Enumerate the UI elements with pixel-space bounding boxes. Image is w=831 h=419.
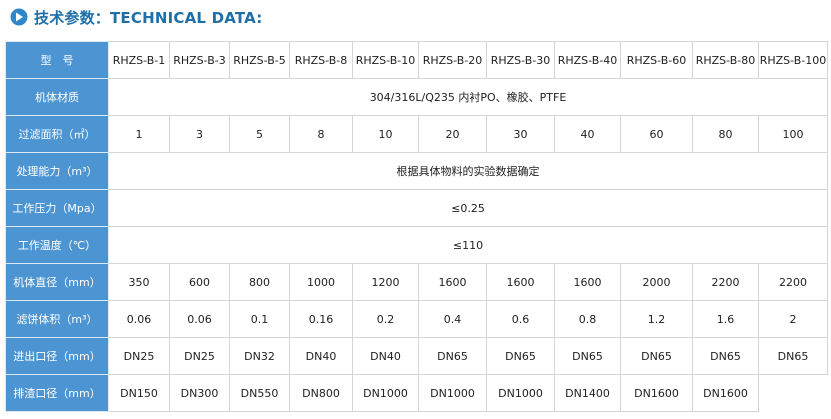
table-row: 工作温度（℃） ≤110 [5, 226, 828, 264]
row-label: 处理能力（m³） [5, 152, 109, 190]
table-cell: 0.06 [169, 300, 230, 338]
table-cell: 8 [289, 115, 353, 153]
table-cell: 0.16 [289, 300, 353, 338]
table-cell: DN1600 [692, 374, 759, 412]
table-cell: 350 [108, 263, 170, 301]
table-cell: 1600 [418, 263, 487, 301]
table-cell: 0.6 [486, 300, 555, 338]
table-cell: 600 [169, 263, 230, 301]
table-cell: RHZS-B-20 [418, 41, 487, 79]
table-cell: RHZS-B-1 [108, 41, 170, 79]
table-cell: 2000 [620, 263, 693, 301]
table-cell: 1 [108, 115, 170, 153]
table-cell: DN1600 [620, 374, 693, 412]
table-cell: RHZS-B-60 [620, 41, 693, 79]
table-row: 机体材质 304/316L/Q235 内衬PO、橡胶、PTFE [5, 78, 828, 116]
table-cell: 30 [486, 115, 555, 153]
table-cell: DN1000 [486, 374, 555, 412]
table-cell: 0.1 [229, 300, 290, 338]
row-value-merged: 根据具体物料的实验数据确定 [108, 152, 828, 190]
table-cell: DN25 [108, 337, 170, 375]
table-cell: DN65 [486, 337, 555, 375]
table-cell: DN800 [289, 374, 353, 412]
table-cell: DN1000 [352, 374, 419, 412]
row-value-merged: ≤0.25 [108, 189, 828, 227]
table-cell: DN150 [108, 374, 170, 412]
table-cell: RHZS-B-100 [758, 41, 828, 79]
section-header: 技术参数：TECHNICAL DATA: [0, 0, 831, 33]
table-cell: 1.6 [692, 300, 759, 338]
table-cell: RHZS-B-10 [352, 41, 419, 79]
table-cell: DN32 [229, 337, 290, 375]
table-cell: 100 [758, 115, 828, 153]
section-title: 技术参数：TECHNICAL DATA: [34, 9, 263, 27]
table-cell: 0.2 [352, 300, 419, 338]
table-cell: 0.06 [108, 300, 170, 338]
table-cell: 80 [692, 115, 759, 153]
table-cell: DN65 [758, 337, 828, 375]
table-cell: DN40 [289, 337, 353, 375]
table-cell: DN40 [352, 337, 419, 375]
row-label: 机体材质 [5, 78, 109, 116]
row-label: 工作压力（Mpa） [5, 189, 109, 227]
table-cell: 1200 [352, 263, 419, 301]
table-cell: DN1400 [554, 374, 621, 412]
table-row: 型 号 RHZS-B-1 RHZS-B-3 RHZS-B-5 RHZS-B-8 RHZS-… [5, 41, 828, 79]
table-cell: 1000 [289, 263, 353, 301]
table-cell: 1600 [554, 263, 621, 301]
row-label: 进出口径（mm） [5, 337, 109, 375]
table-row: 机体直径（mm） 350 600 800 1000 1200 1600 1600 1600 200… [5, 263, 828, 301]
table-row: 工作压力（Mpa） ≤0.25 [5, 189, 828, 227]
table-cell: 2200 [692, 263, 759, 301]
table-row: 排渣口径（mm） DN150 DN300 DN550 DN800 DN1000 DN1000… [5, 374, 828, 412]
table-cell: RHZS-B-80 [692, 41, 759, 79]
row-label: 型 号 [5, 41, 109, 79]
table-cell: DN300 [169, 374, 230, 412]
table-cell: 1.2 [620, 300, 693, 338]
table-cell: DN25 [169, 337, 230, 375]
table-cell: RHZS-B-40 [554, 41, 621, 79]
table-cell: RHZS-B-30 [486, 41, 555, 79]
table-cell: 2200 [758, 263, 828, 301]
table-cell: 1600 [486, 263, 555, 301]
row-label: 机体直径（mm） [5, 263, 109, 301]
row-label: 工作温度（℃） [5, 226, 109, 264]
table-cell: DN65 [620, 337, 693, 375]
table-cell: DN65 [692, 337, 759, 375]
row-label: 滤饼体积（m³） [5, 300, 109, 338]
row-label: 过滤面积（㎡） [5, 115, 109, 153]
table-cell: 3 [169, 115, 230, 153]
table-cell: 2 [758, 300, 828, 338]
table-cell: 40 [554, 115, 621, 153]
table-cell: DN1000 [418, 374, 487, 412]
row-value-merged: 304/316L/Q235 内衬PO、橡胶、PTFE [108, 78, 828, 116]
technical-data-table: 型 号 RHZS-B-1 RHZS-B-3 RHZS-B-5 RHZS-B-8 RHZS-… [5, 41, 828, 412]
row-label: 排渣口径（mm） [5, 374, 109, 412]
table-cell: DN65 [554, 337, 621, 375]
table-cell: 0.8 [554, 300, 621, 338]
table-row: 过滤面积（㎡） 1 3 5 8 10 20 30 40 60 80 100 [5, 115, 828, 153]
arrow-right-circle-icon [10, 8, 28, 26]
table-cell: 10 [352, 115, 419, 153]
table-cell: DN550 [229, 374, 290, 412]
table-row: 进出口径（mm） DN25 DN25 DN32 DN40 DN40 DN65 DN65 DN65… [5, 337, 828, 375]
row-value-merged: ≤110 [108, 226, 828, 264]
table-cell: RHZS-B-3 [169, 41, 230, 79]
table-cell: DN65 [418, 337, 487, 375]
table-row: 处理能力（m³） 根据具体物料的实验数据确定 [5, 152, 828, 190]
table-cell: RHZS-B-5 [229, 41, 290, 79]
table-cell: RHZS-B-8 [289, 41, 353, 79]
table-cell: 20 [418, 115, 487, 153]
table-cell: 60 [620, 115, 693, 153]
table-cell: 5 [229, 115, 290, 153]
table-cell: 0.4 [418, 300, 487, 338]
table-cell: 800 [229, 263, 290, 301]
table-row: 滤饼体积（m³） 0.06 0.06 0.1 0.16 0.2 0.4 0.6 0.8 1.2 1.… [5, 300, 828, 338]
